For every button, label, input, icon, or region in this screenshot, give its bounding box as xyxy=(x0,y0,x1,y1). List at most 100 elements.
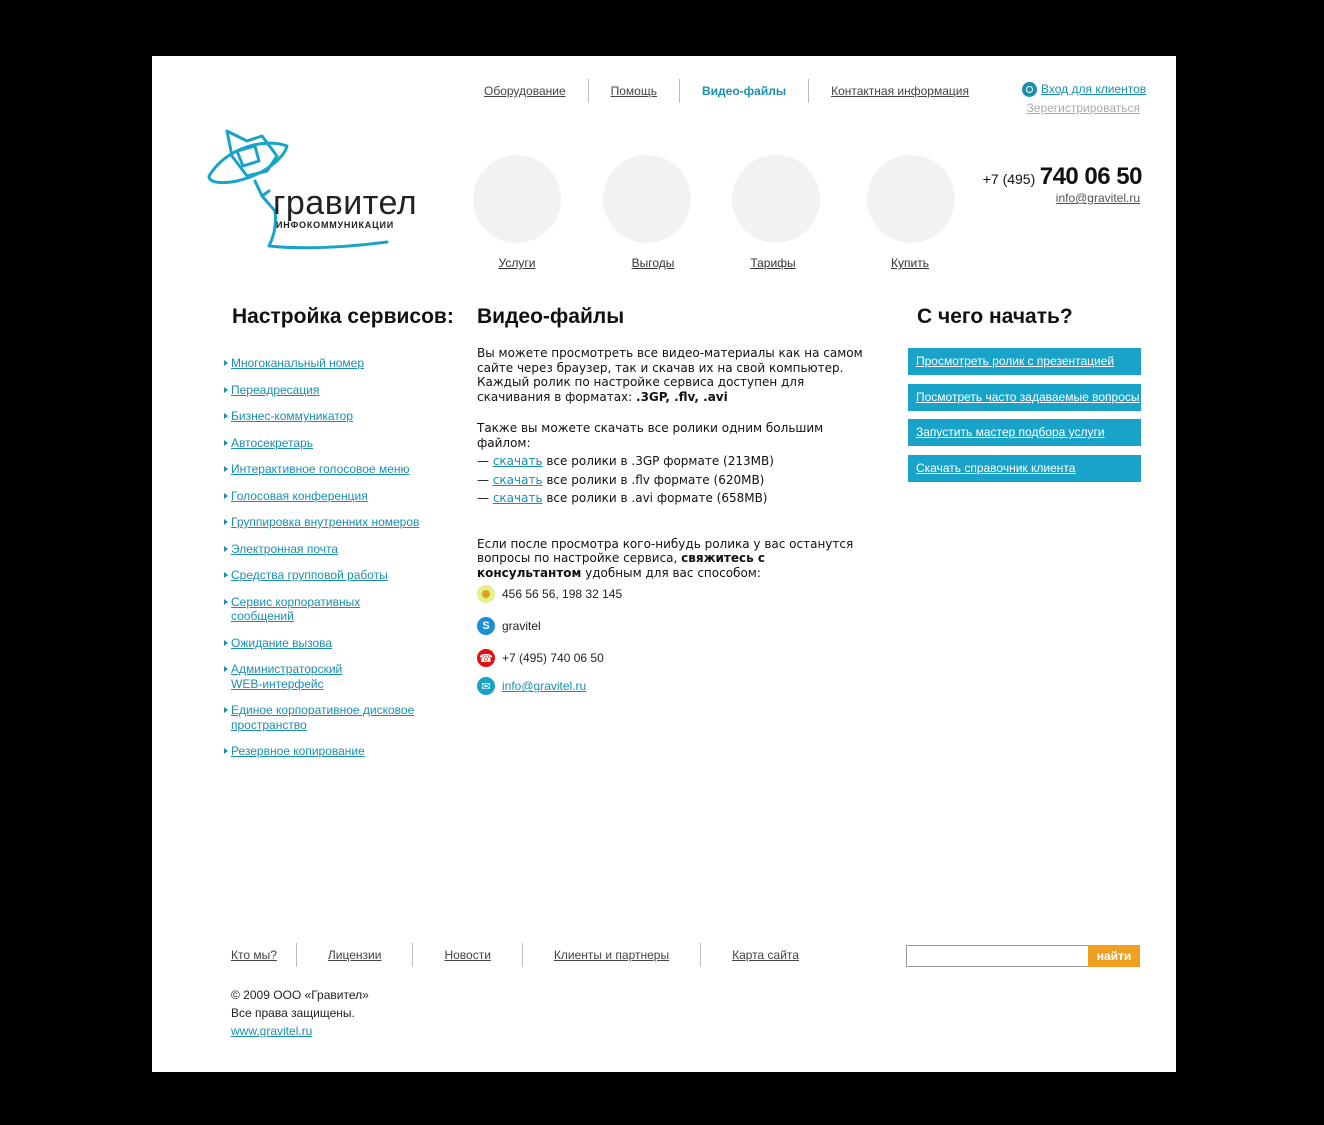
topnav-equipment[interactable]: Оборудование xyxy=(462,84,588,98)
tariffs-circle[interactable] xyxy=(732,155,820,243)
topnav-video-files[interactable]: Видео-файлы xyxy=(680,84,808,98)
download-avi-link[interactable]: скачать xyxy=(493,491,543,505)
contact-email-link[interactable]: info@gravitel.ru xyxy=(502,679,586,693)
client-login-link[interactable]: Вход для клиентов xyxy=(1041,82,1146,96)
menu-link[interactable]: Многоканальный номер xyxy=(231,356,364,370)
contact-phone-number: +7 (495) 740 06 50 xyxy=(502,651,604,665)
skype-name: gravitel xyxy=(502,619,541,633)
contact-post: удобным для вас способом: xyxy=(581,565,761,580)
left-title: Настройка сервисов: xyxy=(232,305,454,328)
icq-flower-icon xyxy=(477,585,495,603)
services-menu: Многоканальный номер Переадресация Бизне… xyxy=(224,356,424,771)
rights-reserved: Все права защищены. xyxy=(231,1006,355,1020)
formats-list: .3GP, .flv, .avi xyxy=(636,389,728,404)
phone-icon: ☎ xyxy=(477,649,495,667)
services-link[interactable]: Услуги xyxy=(467,256,567,270)
download-3gp-link[interactable]: скачать xyxy=(493,454,543,468)
menu-item[interactable]: Электронная почта xyxy=(224,542,424,557)
watch-presentation-button[interactable]: Просмотреть ролик с презентацией xyxy=(908,348,1141,375)
topnav-contacts[interactable]: Контактная информация xyxy=(809,84,991,98)
right-title: С чего начать? xyxy=(917,305,1073,328)
phone-code: +7 (495) xyxy=(982,171,1036,187)
menu-item[interactable]: Сервис корпоративных сообщений xyxy=(224,595,371,624)
menu-item[interactable]: Автосекретарь xyxy=(224,436,424,451)
topnav-help[interactable]: Помощь xyxy=(589,84,679,98)
copyright: © 2009 ООО «Гравител» xyxy=(231,988,369,1002)
menu-item[interactable]: Единое корпоративное дисковое пространст… xyxy=(224,703,426,732)
menu-item[interactable]: Бизнес-коммуникатор xyxy=(224,409,424,424)
footer-about[interactable]: Кто мы? xyxy=(212,948,296,962)
menu-link[interactable]: Сервис корпоративных сообщений xyxy=(231,595,360,624)
buy-link[interactable]: Купить xyxy=(860,256,960,270)
download-desc: все ролики в .flv формате (620MB) xyxy=(542,472,765,487)
logo-tagline: ИНФОКОММУНИКАЦИИ xyxy=(276,220,395,230)
menu-link[interactable]: Средства групповой работы xyxy=(231,568,388,582)
page: Оборудование Помощь Видео-файлы Контактн… xyxy=(152,56,1176,1072)
menu-link[interactable]: Голосовая конференция xyxy=(231,489,368,503)
menu-link[interactable]: Бизнес-коммуникатор xyxy=(231,409,353,423)
menu-item[interactable]: Средства групповой работы xyxy=(224,568,424,583)
menu-link[interactable]: Резервное копирование xyxy=(231,744,365,758)
top-nav: Оборудование Помощь Видео-файлы Контактн… xyxy=(462,78,991,104)
icq-numbers: 456 56 56, 198 32 145 xyxy=(502,587,623,601)
phone-number: 740 06 50 xyxy=(1039,163,1143,190)
download-row: — скачать все ролики в .avi формате (658… xyxy=(477,491,867,506)
contact-phone: ☎ +7 (495) 740 06 50 xyxy=(477,649,604,667)
footer-sitemap[interactable]: Карта сайта xyxy=(701,948,830,962)
contact-text: Если после просмотра кого-нибудь ролика … xyxy=(477,537,867,581)
footer-nav: Кто мы? Лицензии Новости Клиенты и партн… xyxy=(212,942,830,968)
search-button[interactable]: найти xyxy=(1088,945,1140,967)
download-flv-link[interactable]: скачать xyxy=(493,473,543,487)
menu-item[interactable]: Голосовая конференция xyxy=(224,489,424,504)
dash: — xyxy=(477,454,489,468)
download-desc: все ролики в .3GP формате (213MB) xyxy=(542,454,774,468)
benefits-link[interactable]: Выгоды xyxy=(603,256,703,270)
services-circle[interactable] xyxy=(473,155,561,243)
faq-button[interactable]: Посмотреть часто задаваемые вопросы xyxy=(908,384,1141,411)
client-login[interactable]: Вход для клиентов xyxy=(1022,82,1146,98)
dash: — xyxy=(477,491,489,505)
register-link[interactable]: Зерегистрироваться xyxy=(1027,101,1140,115)
envelope-icon: ✉ xyxy=(477,677,495,695)
contact-icq: 456 56 56, 198 32 145 xyxy=(477,585,622,603)
service-wizard-button[interactable]: Запустить мастер подбора услуги xyxy=(908,419,1141,446)
menu-link[interactable]: Группировка внутренних номеров xyxy=(231,515,419,529)
menu-item[interactable]: Администраторский WEB-интерфейс xyxy=(224,662,361,691)
logo-wordmark: гравител xyxy=(273,184,418,222)
download-handbook-button[interactable]: Скачать справочник клиента xyxy=(908,455,1141,482)
logo[interactable]: гравител ИНФОКОММУНИКАЦИИ xyxy=(207,126,437,256)
download-desc: все ролики в .avi формате (658MB) xyxy=(542,491,768,505)
skype-icon: S xyxy=(477,617,495,635)
menu-item[interactable]: Резервное копирование xyxy=(224,744,424,759)
menu-item[interactable]: Переадресация xyxy=(224,383,424,398)
footer-news[interactable]: Новости xyxy=(413,948,521,962)
intro-text: Вы можете просмотреть все видео-материал… xyxy=(477,346,867,404)
menu-link[interactable]: Переадресация xyxy=(231,383,319,397)
menu-link[interactable]: Автосекретарь xyxy=(231,436,313,450)
download-row: — скачать все ролики в .3GP формате (213… xyxy=(477,454,867,469)
contact-pre: Если после просмотра кого-нибудь ролика … xyxy=(477,536,854,566)
menu-link[interactable]: Администраторский WEB-интерфейс xyxy=(231,662,342,691)
buy-circle[interactable] xyxy=(867,155,955,243)
tariffs-link[interactable]: Тарифы xyxy=(723,256,823,270)
user-icon xyxy=(1022,82,1037,98)
menu-link[interactable]: Интерактивное голосовое меню xyxy=(231,462,410,476)
search-input[interactable] xyxy=(906,945,1093,967)
menu-item[interactable]: Группировка внутренних номеров xyxy=(224,515,424,530)
contact-email: ✉ info@gravitel.ru xyxy=(477,677,586,695)
footer-clients[interactable]: Клиенты и партнеры xyxy=(523,948,700,962)
menu-item[interactable]: Многоканальный номер xyxy=(224,356,424,371)
download-row: — скачать все ролики в .flv формате (620… xyxy=(477,473,867,488)
center-title: Видео-файлы xyxy=(477,305,625,328)
menu-link[interactable]: Электронная почта xyxy=(231,542,338,556)
benefits-circle[interactable] xyxy=(603,155,691,243)
menu-item[interactable]: Ожидание вызова xyxy=(224,636,424,651)
contact-skype: S gravitel xyxy=(477,617,541,635)
menu-link[interactable]: Единое корпоративное дисковое пространст… xyxy=(231,703,414,732)
menu-link[interactable]: Ожидание вызова xyxy=(231,636,332,650)
header-email[interactable]: info@gravitel.ru xyxy=(1056,191,1140,205)
menu-item[interactable]: Интерактивное голосовое меню xyxy=(224,462,424,477)
footer-licenses[interactable]: Лицензии xyxy=(297,948,413,962)
center-content: Вы можете просмотреть все видео-материал… xyxy=(477,346,867,580)
site-link[interactable]: www.gravitel.ru xyxy=(231,1024,312,1038)
